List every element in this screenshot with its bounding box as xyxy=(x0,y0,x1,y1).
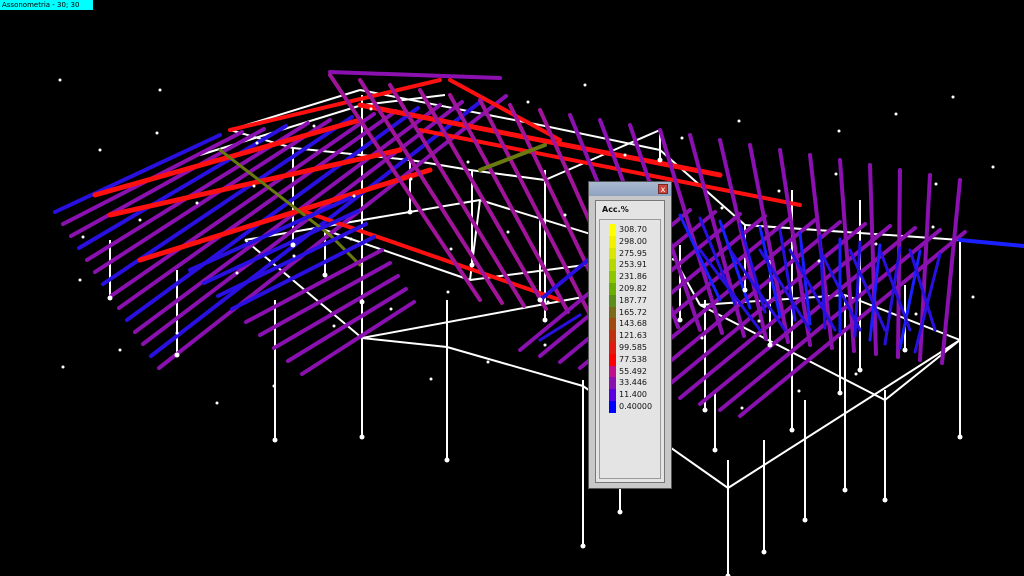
legend-scale: 308.70 298.00 275.95 253.91 231.86 209.82 187.… xyxy=(599,219,661,479)
legend-swatch xyxy=(609,235,616,248)
legend-value: 275.95 xyxy=(619,248,647,258)
legend-value: 99.585 xyxy=(619,343,647,352)
legend-value: 77.538 xyxy=(619,354,647,364)
legend-swatch xyxy=(609,342,616,354)
legend-swatch xyxy=(609,294,616,307)
legend-swatch xyxy=(609,353,616,366)
structure-3d-viewport[interactable] xyxy=(0,0,1024,576)
legend-value: 33.446 xyxy=(619,378,647,388)
legend-swatch xyxy=(609,377,616,390)
legend-swatch xyxy=(609,259,616,272)
legend-value: 298.00 xyxy=(619,236,647,246)
view-mode-label: Assonometria - 30; 30 xyxy=(0,0,93,10)
legend-window[interactable]: x Acc.% 308.70 298.00 275.95 253.91 231.86 20… xyxy=(588,181,672,489)
legend-panel: Acc.% 308.70 298.00 275.95 253.91 231.86 209.… xyxy=(595,200,665,483)
legend-swatch xyxy=(609,389,616,402)
legend-value: 165.72 xyxy=(619,307,647,317)
legend-value: 231.86 xyxy=(619,272,647,282)
legend-value: 55.492 xyxy=(619,366,647,376)
legend-swatch xyxy=(609,283,616,295)
legend-value: 209.82 xyxy=(619,284,647,293)
legend-value: 0.40000 xyxy=(619,402,653,411)
legend-value: 143.68 xyxy=(619,319,647,329)
legend-swatch xyxy=(609,365,616,378)
legend-swatch xyxy=(609,271,616,284)
legend-value: 187.77 xyxy=(619,295,647,305)
legend-swatch xyxy=(609,247,616,260)
legend-swatch xyxy=(609,318,616,331)
close-icon[interactable]: x xyxy=(658,184,668,194)
legend-value: 11.400 xyxy=(619,390,647,400)
legend-title: Acc.% xyxy=(602,205,629,214)
legend-swatch xyxy=(609,330,616,343)
legend-swatch xyxy=(609,401,616,413)
legend-value: 253.91 xyxy=(619,260,647,270)
legend-value: 308.70 xyxy=(619,225,647,234)
legend-swatch xyxy=(609,224,616,236)
legend-titlebar[interactable]: x xyxy=(589,182,671,196)
legend-swatch xyxy=(609,306,616,319)
legend-value: 121.63 xyxy=(619,331,647,341)
